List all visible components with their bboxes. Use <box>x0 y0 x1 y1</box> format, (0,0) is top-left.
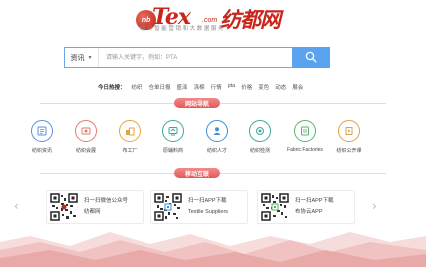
hot-search-link[interactable]: 纺织 <box>132 83 143 91</box>
qr-card-text: 扫一扫APP下载 Textile Suppliers <box>188 196 228 218</box>
qr-card-text: 扫一扫APP下载 布协云APP <box>295 196 334 218</box>
nav-item-news[interactable]: 纺织资讯 <box>21 120 63 154</box>
nav-item-talent[interactable]: 纺织人才 <box>196 120 238 154</box>
site-slogan: 纺织智能营销和大数据服务 <box>140 26 226 32</box>
hot-searches: 今日热搜： 纺织 仓单日报 盛泽 涤棉 行情 pta 价格 变色 动态 展会 <box>98 83 309 91</box>
news-icon <box>31 120 53 142</box>
course-icon <box>338 120 360 142</box>
qr-code-icon <box>154 193 182 221</box>
qr-card-subtitle: 布协云APP <box>295 209 323 215</box>
search-category-select[interactable]: 资讯 ▼ <box>65 48 99 67</box>
talent-icon <box>206 120 228 142</box>
hot-search-link[interactable]: 价格 <box>241 83 252 91</box>
nav-item-course[interactable]: 纺织公开课 <box>328 120 370 154</box>
carousel-prev-button[interactable]: ‹ <box>14 199 19 213</box>
nav-item-materials[interactable]: 原辅料商 <box>152 120 194 154</box>
nav-section-title: 网站导航 <box>174 98 220 108</box>
nav-item-fabric-factories[interactable]: Fabric Factories <box>284 120 326 153</box>
nav-item-label: 纺织会展 <box>75 148 96 154</box>
nav-item-label: 纺织公开课 <box>336 148 362 154</box>
qr-card-wechat[interactable]: 扫一扫微信公众号 纺都网 <box>46 190 144 224</box>
mobile-section-title: 移动互联 <box>174 168 220 178</box>
nav-item-inspection[interactable]: 纺织检测 <box>239 120 281 154</box>
search-icon <box>305 51 317 63</box>
nav-item-label: 纺织资讯 <box>31 148 52 154</box>
qr-card-title: 扫一扫微信公众号 <box>84 198 129 204</box>
qr-card-subtitle: 纺都网 <box>84 209 101 215</box>
materials-icon <box>162 120 184 142</box>
site-navigation: 纺织资讯 纺织会展 布工厂 原辅料商 纺织人才 纺织检测 Fabric Fact… <box>24 120 404 156</box>
nav-item-factory[interactable]: 布工厂 <box>109 120 151 154</box>
carousel-next-button[interactable]: › <box>372 199 377 213</box>
hot-search-link[interactable]: pta <box>228 83 236 91</box>
nav-item-exhibition[interactable]: 纺织会展 <box>65 120 107 154</box>
qr-card-app-buxie[interactable]: 扫一扫APP下载 布协云APP <box>257 190 355 224</box>
hot-search-link[interactable]: 行情 <box>211 83 222 91</box>
fabric-icon <box>294 120 316 142</box>
decorative-mountains <box>0 232 426 267</box>
search-bar: 资讯 ▼ <box>64 46 330 68</box>
qr-code-icon <box>50 193 78 221</box>
qr-card-title: 扫一扫APP下载 <box>188 198 227 204</box>
search-input[interactable] <box>99 48 292 67</box>
chevron-down-icon: ▼ <box>87 54 93 61</box>
hot-search-link[interactable]: 变色 <box>258 83 269 91</box>
hot-search-link[interactable]: 盛泽 <box>177 83 188 91</box>
exhibition-icon <box>75 120 97 142</box>
hot-search-link[interactable]: 涤棉 <box>194 83 205 91</box>
qr-card-title: 扫一扫APP下载 <box>295 198 334 204</box>
hot-search-link[interactable]: 仓单日报 <box>149 83 171 91</box>
qr-code-icon <box>261 193 289 221</box>
nav-item-label: Fabric Factories <box>287 147 323 153</box>
qr-card-text: 扫一扫微信公众号 纺都网 <box>84 196 128 218</box>
hot-searches-label: 今日热搜： <box>98 85 126 91</box>
nav-item-label: 纺织检测 <box>249 148 270 154</box>
logo-brand-domain: .com <box>202 17 218 24</box>
inspection-icon <box>249 120 271 142</box>
hot-search-link[interactable]: 动态 <box>275 83 286 91</box>
hot-search-link[interactable]: 展会 <box>292 83 303 91</box>
qr-card-app-textile-suppliers[interactable]: 扫一扫APP下载 Textile Suppliers <box>150 190 248 224</box>
search-category-label: 资讯 <box>70 54 85 62</box>
qr-card-subtitle: Textile Suppliers <box>188 209 229 215</box>
nav-item-label: 布工厂 <box>122 148 138 154</box>
search-button[interactable] <box>292 46 330 68</box>
nav-item-label: 原辅料商 <box>162 148 183 154</box>
factory-icon <box>119 120 141 142</box>
nav-item-label: 纺织人才 <box>206 148 227 154</box>
